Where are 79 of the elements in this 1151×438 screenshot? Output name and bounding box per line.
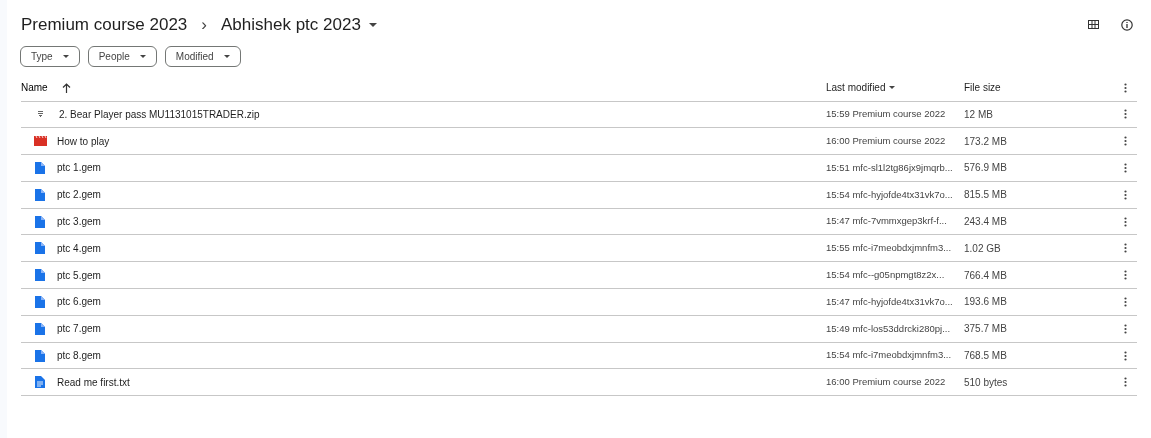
name-column-header[interactable]: Name (21, 80, 71, 95)
file-row[interactable]: ptc 6.gem 15:47 mfc-hyjofde4tx31vk7o... 193.6 MB (21, 289, 1137, 316)
file-row[interactable]: ptc 1.gem 15:51 mfc-sl1l2tg86jx9jmqrb... 576.9 MB (21, 155, 1137, 182)
file-row[interactable]: ptc 7.gem 15:49 mfc-los53ddrcki280pj... 375.7 MB (21, 315, 1137, 343)
file-row[interactable]: ptc 3.gem 15:47 mfc-7vmmxgep3krf-f... 243.4 MB (21, 208, 1137, 236)
breadcrumb-separator: › (201, 14, 207, 36)
modified-text: 15:54 mfc-hyjofde4tx31vk7o... (826, 188, 953, 200)
file-size: 1.02 GB (964, 242, 1001, 254)
modified-text: 15:51 mfc-sl1l2tg86jx9jmqrb... (826, 161, 953, 173)
zip-file-icon (37, 111, 43, 118)
file-row[interactable]: ptc 8.gem 15:54 mfc-i7meobdxjmnfm3... 768.5 MB (21, 342, 1137, 370)
modified-text: 15:59 Premium course 2022 (826, 108, 946, 120)
modified-text: 15:47 mfc-hyjofde4tx31vk7o... (826, 295, 953, 307)
size-column-header: File size (964, 82, 1001, 93)
file-icon (35, 242, 45, 255)
info-icon[interactable] (1121, 18, 1133, 31)
file-size: 815.5 MB (964, 189, 1007, 201)
file-size: 576.9 MB (964, 162, 1007, 174)
more-options-icon[interactable] (1123, 377, 1127, 388)
file-icon (35, 322, 45, 335)
file-name: ptc 5.gem (57, 268, 101, 283)
file-size: 768.5 MB (964, 350, 1007, 362)
file-row[interactable]: How to play 16:00 Premium course 2022 173.2 MB (21, 128, 1137, 156)
file-row[interactable]: ptc 2.gem 15:54 mfc-hyjofde4tx31vk7o... 815.5 MB (21, 181, 1137, 209)
breadcrumb-parent[interactable]: Premium course 2023 (21, 12, 188, 37)
file-size: 243.4 MB (964, 216, 1007, 228)
file-name: ptc 6.gem (57, 295, 101, 310)
modified-column-header[interactable]: Last modified (826, 80, 896, 95)
modified-text: 16:00 Premium course 2022 (826, 376, 946, 388)
modified-text: 15:54 mfc--g05npmgt8z2x... (826, 269, 945, 281)
more-options-icon[interactable] (1123, 270, 1127, 281)
more-options-icon[interactable] (1123, 243, 1127, 254)
filter-button[interactable]: People (87, 45, 157, 67)
file-name: ptc 2.gem (57, 188, 101, 203)
more-options-icon[interactable] (1123, 82, 1127, 93)
file-row[interactable]: Read me first.txt 16:00 Premium course 2022 510 bytes (21, 369, 1137, 397)
modified-text: 15:47 mfc-7vmmxgep3krf-f... (826, 215, 947, 227)
text-file-icon (35, 376, 45, 389)
more-options-icon[interactable] (1123, 323, 1127, 334)
file-icon (35, 269, 45, 282)
more-options-icon[interactable] (1123, 350, 1127, 361)
file-size: 766.4 MB (964, 269, 1007, 281)
video-file-icon (33, 136, 47, 147)
file-size: 12 MB (964, 108, 993, 120)
file-size: 173.2 MB (964, 135, 1007, 147)
filter-button[interactable]: Modified (164, 45, 241, 67)
modified-text: 15:54 mfc-i7meobdxjmnfm3... (826, 349, 952, 361)
file-name: ptc 4.gem (57, 241, 101, 256)
file-row[interactable]: 2. Bear Player pass MU1131015TRADER.zip 15:59 Premium course 2022 12 MB (21, 101, 1137, 129)
file-icon (35, 162, 45, 174)
file-name: How to play (57, 134, 110, 149)
file-name: ptc 3.gem (57, 215, 101, 230)
more-options-icon[interactable] (1123, 163, 1127, 173)
file-size: 193.6 MB (964, 296, 1007, 308)
modified-text: 16:00 Premium course 2022 (826, 135, 946, 147)
file-icon (35, 349, 45, 362)
filter-button[interactable]: Type (20, 45, 80, 67)
more-options-icon[interactable] (1123, 296, 1127, 307)
file-name: Read me first.txt (57, 375, 130, 390)
more-options-icon[interactable] (1123, 109, 1127, 120)
grid-view-icon[interactable] (1088, 20, 1099, 30)
file-size: 375.7 MB (964, 323, 1007, 335)
more-options-icon[interactable] (1123, 216, 1127, 227)
file-name: ptc 1.gem (57, 161, 101, 176)
file-name: 2. Bear Player pass MU1131015TRADER.zip (59, 107, 260, 122)
more-options-icon[interactable] (1123, 189, 1127, 200)
file-name: ptc 7.gem (57, 322, 101, 337)
file-icon (35, 188, 45, 201)
file-size: 510 bytes (964, 376, 1008, 388)
file-icon (35, 215, 45, 228)
file-icon (35, 295, 45, 308)
file-name: ptc 8.gem (57, 349, 101, 364)
more-options-icon[interactable] (1123, 136, 1127, 147)
modified-text: 15:49 mfc-los53ddrcki280pj... (826, 322, 951, 334)
sort-arrow-icon (61, 82, 71, 93)
modified-text: 15:55 mfc-i7meobdxjmnfm3... (826, 242, 952, 254)
file-row[interactable]: ptc 5.gem 15:54 mfc--g05npmgt8z2x... 766.4 MB (21, 262, 1137, 290)
file-row[interactable]: ptc 4.gem 15:55 mfc-i7meobdxjmnfm3... 1.02 GB (21, 235, 1137, 263)
folder-menu-button[interactable]: Abhishek ptc 2023 (221, 12, 377, 37)
